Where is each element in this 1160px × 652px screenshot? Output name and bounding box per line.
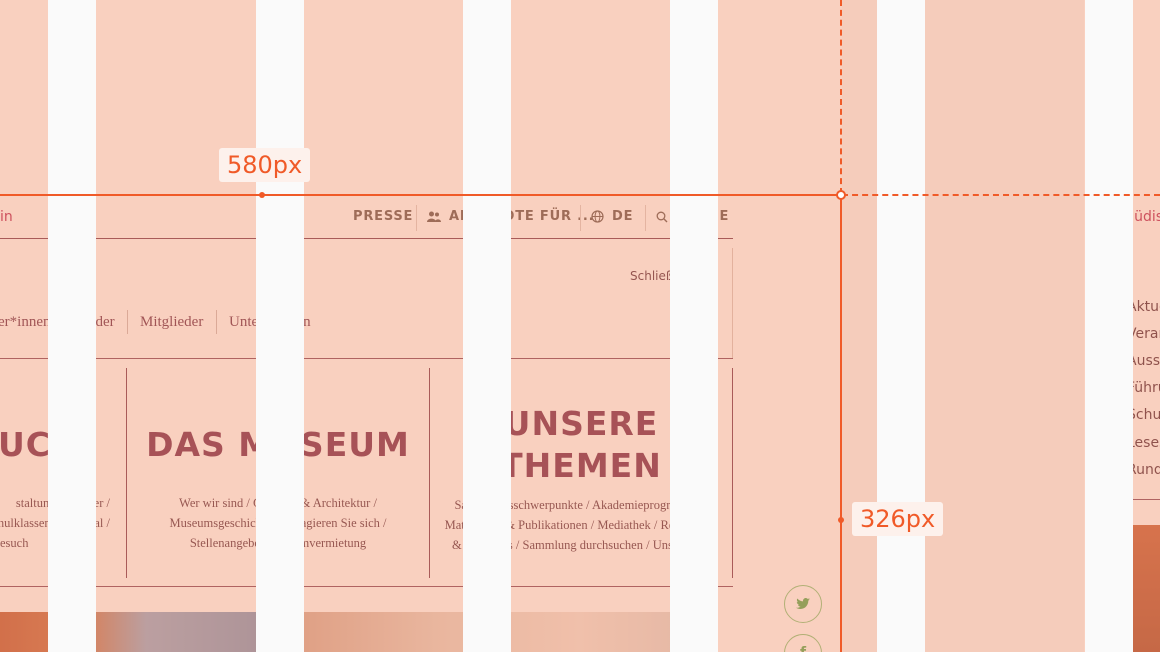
column-divider	[429, 368, 430, 578]
column-links-besuch: staltungskalender / hulklassen / Lesesaa…	[0, 493, 110, 553]
link-line[interactable]: Stellenangebote / Raumvermietung	[128, 533, 428, 553]
nav-search-label: SUCHE	[676, 209, 730, 224]
height-label: 326px	[852, 502, 944, 536]
tab-unternehmen[interactable]: Unternehmen	[229, 314, 311, 331]
title-line: THEMEN	[500, 446, 662, 485]
link-line[interactable]: Museumsgeschichte / Engagieren Sie sich …	[128, 513, 428, 533]
search-icon	[656, 211, 668, 222]
link-line[interactable]: esuch	[0, 533, 110, 553]
column-divider	[126, 368, 127, 578]
nav-presse[interactable]: PRESSE	[353, 209, 413, 224]
column-divider	[732, 368, 733, 578]
globe-icon	[591, 210, 604, 223]
side-menu-item[interactable]: Schu	[1127, 407, 1160, 423]
facebook-icon: f	[800, 645, 806, 652]
people-icon	[427, 211, 441, 222]
side-divider	[1102, 499, 1160, 500]
side-menu-item[interactable]: Ausst	[1127, 353, 1160, 369]
measure-guide	[842, 194, 1160, 196]
tab-mitglieder[interactable]: Mitglieder	[140, 314, 203, 331]
menu-divider	[0, 358, 733, 359]
side-site-title[interactable]: Jüdis	[1130, 209, 1160, 225]
side-menu-item[interactable]: Rund	[1127, 462, 1160, 478]
nav-separator	[645, 205, 646, 231]
nav-search[interactable]: SUCHE	[656, 209, 729, 224]
column-title-besuch[interactable]: UCH	[0, 424, 79, 466]
side-menu-item[interactable]: Veran	[1127, 326, 1160, 342]
height-measure-line	[840, 194, 842, 652]
menu-border	[732, 248, 733, 358]
page-main: in PRESSE ANGEBOTE FÜR ... DE SUCHE Schl…	[0, 0, 842, 652]
site-name-fragment[interactable]: in	[0, 209, 13, 225]
width-measure-line	[0, 194, 842, 196]
facebook-button[interactable]: f	[784, 634, 822, 652]
teaser-image[interactable]	[0, 612, 266, 652]
nav-separator	[580, 205, 581, 231]
side-menu-border	[1102, 247, 1103, 491]
nav-separator	[416, 205, 417, 231]
side-teaser-image	[1133, 525, 1160, 652]
column-title-das-museum[interactable]: DAS MUSEUM	[128, 424, 428, 466]
teaser-image[interactable]	[290, 612, 703, 652]
link-line[interactable]: staltungskalender /	[0, 493, 110, 513]
measure-guide	[840, 0, 842, 194]
tab-separator	[127, 310, 128, 334]
close-label: Schließen	[630, 269, 689, 283]
link-line[interactable]: & Linktipps / Sammlung durchsuchen / Uns…	[431, 535, 731, 555]
tab-separator	[216, 310, 217, 334]
link-line[interactable]: Sammlungsschwerpunkte / Akademieprogramm…	[431, 495, 731, 515]
nav-angebote[interactable]: ANGEBOTE FÜR ...	[427, 209, 594, 224]
measure-midpoint	[838, 517, 844, 523]
twitter-icon	[796, 598, 810, 609]
nav-language[interactable]: DE	[591, 209, 633, 224]
nav-presse-label: PRESSE	[353, 209, 414, 224]
museum-logo-icon[interactable]: ᛏ	[1090, 204, 1118, 232]
measure-corner-handle	[836, 190, 846, 200]
link-line[interactable]: hulklassen / Lesesaal /	[0, 513, 110, 533]
nav-language-label: DE	[612, 209, 634, 224]
tab-separator	[61, 310, 62, 334]
title-line: UNSERE	[503, 404, 659, 443]
column-links-das-museum: Wer wir sind / Gebäude & Architektur / M…	[128, 493, 428, 553]
column-title-unsere-themen[interactable]: UNSERE THEMEN	[431, 403, 731, 487]
measure-midpoint	[259, 192, 265, 198]
close-button[interactable]: Schließen ×	[630, 268, 706, 284]
tab-kinder[interactable]: Kinder	[73, 314, 115, 331]
link-line[interactable]: Wer wir sind / Gebäude & Architektur /	[128, 493, 428, 513]
link-line[interactable]: Materialien & Publikationen / Mediathek …	[431, 515, 731, 535]
tab-audience[interactable]: er*innen	[0, 314, 50, 331]
nav-angebote-label: ANGEBOTE FÜR ...	[449, 209, 595, 224]
width-label: 580px	[219, 148, 311, 182]
menu-bottom-divider	[0, 586, 733, 587]
side-menu-item[interactable]: Leses	[1127, 435, 1160, 451]
column-links-unsere-themen: Sammlungsschwerpunkte / Akademieprogramm…	[431, 495, 731, 555]
header-divider	[0, 238, 733, 239]
close-icon: ×	[694, 268, 707, 284]
twitter-button[interactable]	[784, 585, 822, 623]
grid-gutter	[877, 0, 925, 652]
side-menu-item[interactable]: Führu	[1127, 380, 1160, 396]
side-menu-item[interactable]: Aktue	[1127, 299, 1160, 315]
